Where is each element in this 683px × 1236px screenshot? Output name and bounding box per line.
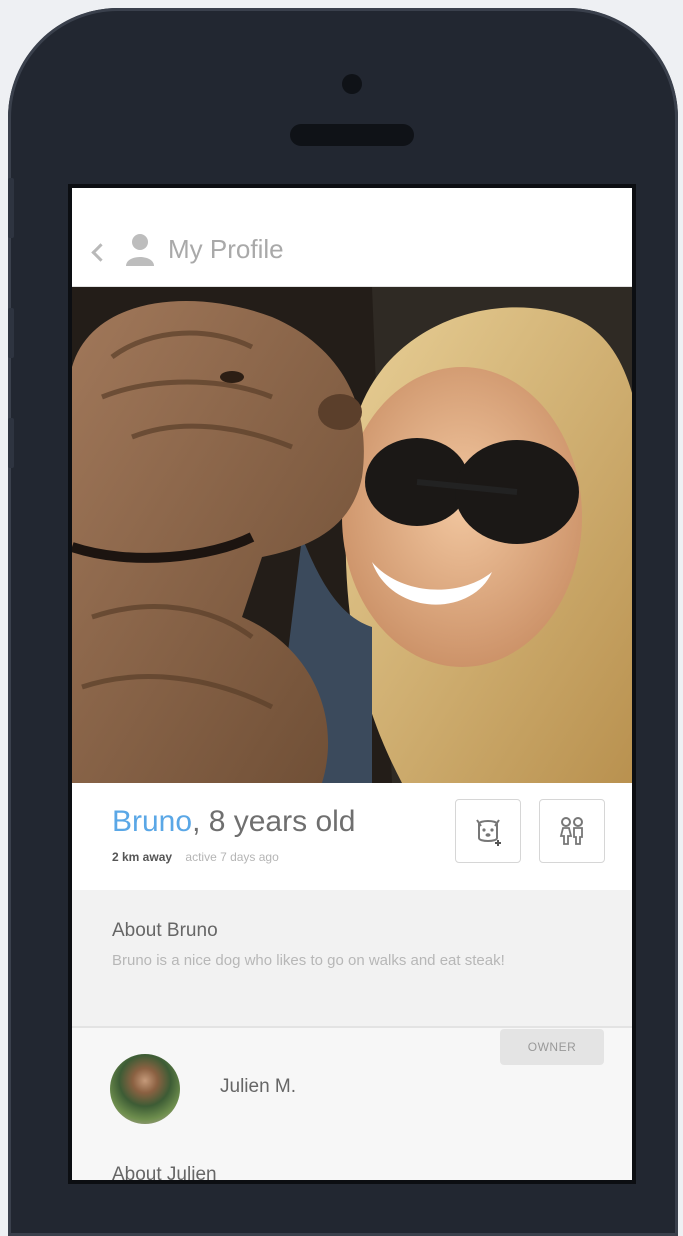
pet-name-line: Bruno, 8 years old (112, 805, 355, 839)
volume-down-button (8, 418, 14, 468)
about-owner-title: About Julien (112, 1164, 217, 1180)
phone-frame: My Profile Bruno, 8 years old 2 km away … (8, 8, 678, 1236)
distance-text: 2 km away (112, 850, 173, 864)
pet-meta: 2 km away active 7 days ago (112, 850, 279, 864)
chevron-left-icon[interactable] (91, 243, 110, 262)
dog-plus-icon (476, 819, 501, 846)
about-pet-body: Bruno is a nice dog who likes to go on w… (112, 952, 505, 969)
pet-info-panel: Bruno, 8 years old 2 km away active 7 da… (72, 783, 632, 890)
profile-photo (72, 287, 632, 783)
people-icon (559, 817, 583, 845)
owner-section: OWNER Julien M. About Julien (72, 1028, 632, 1180)
owner-badge: OWNER (500, 1029, 604, 1065)
user-icon (126, 234, 154, 266)
mute-switch (8, 178, 14, 238)
navigation-bar: My Profile (72, 188, 632, 287)
profile-photo-illustration (72, 287, 632, 783)
last-active-text: active 7 days ago (185, 850, 279, 864)
about-pet-title: About Bruno (112, 920, 218, 941)
page-title: My Profile (168, 234, 284, 264)
app-screen: My Profile Bruno, 8 years old 2 km away … (72, 188, 632, 1180)
volume-up-button (8, 308, 14, 358)
front-camera (342, 74, 362, 94)
earpiece-speaker (290, 124, 414, 146)
avatar[interactable] (110, 1054, 180, 1124)
add-dog-button[interactable] (455, 799, 521, 863)
pet-name[interactable]: Bruno (112, 805, 192, 838)
about-pet-section: About Bruno Bruno is a nice dog who like… (72, 890, 632, 1028)
pet-age: , 8 years old (192, 805, 356, 838)
people-button[interactable] (539, 799, 605, 863)
owner-name[interactable]: Julien M. (220, 1076, 296, 1098)
